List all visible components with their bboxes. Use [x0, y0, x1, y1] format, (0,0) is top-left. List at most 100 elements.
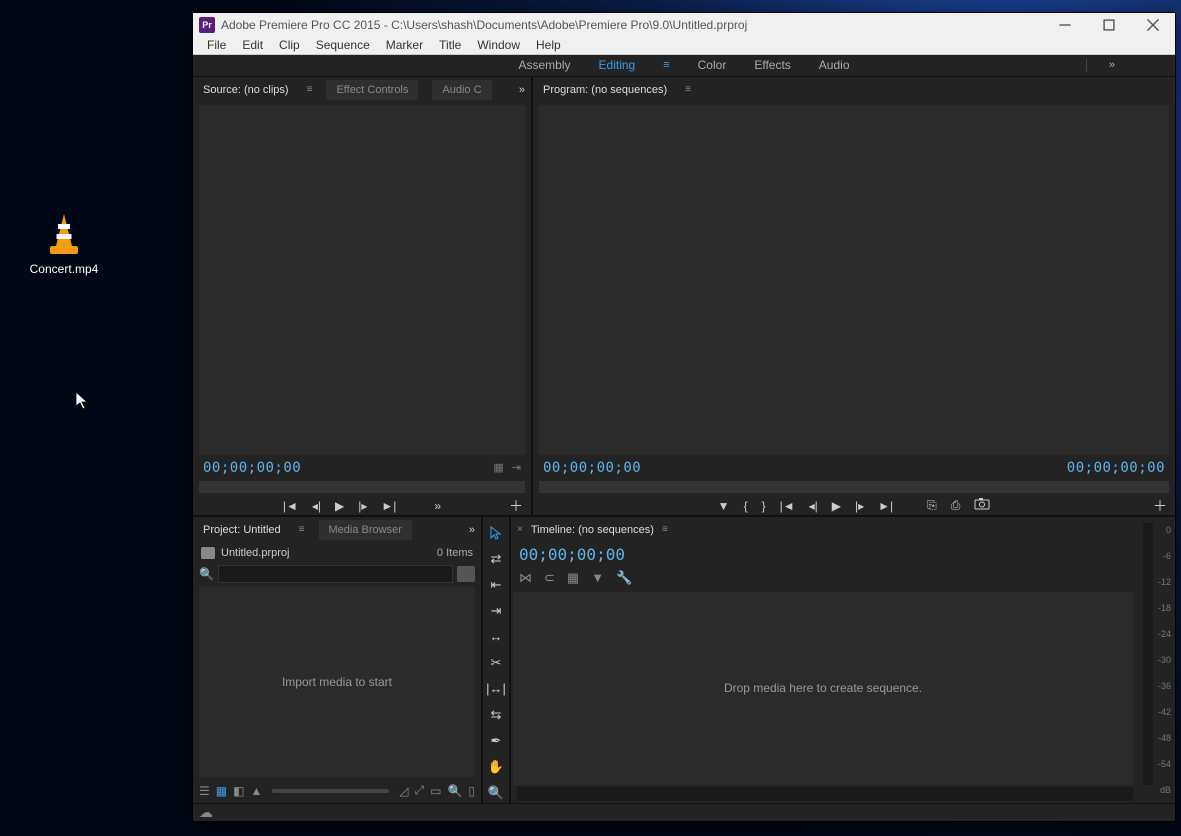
selection-tool[interactable]	[486, 523, 506, 543]
program-panel-menu-icon[interactable]: ≡	[685, 84, 691, 95]
tab-program[interactable]: Program: (no sequences)	[539, 82, 671, 98]
timeline-settings-button[interactable]: 🔧	[616, 570, 632, 586]
source-fit-icon[interactable]: ▦	[493, 461, 503, 474]
clear-button[interactable]: ▯	[468, 784, 475, 798]
new-item-button[interactable]: 🔍	[447, 784, 462, 798]
menubar: File Edit Clip Sequence Marker Title Win…	[193, 36, 1175, 54]
icon-view-button[interactable]: ▦	[216, 784, 227, 798]
slip-tool[interactable]: |↔|	[486, 679, 506, 699]
menu-sequence[interactable]: Sequence	[308, 38, 378, 52]
program-mark-in-button[interactable]: ▼	[718, 499, 730, 513]
menu-edit[interactable]: Edit	[234, 38, 271, 52]
timeline-panel-menu-icon[interactable]: ≡	[662, 524, 668, 535]
timeline-snap-toggle[interactable]: ⊂	[544, 570, 555, 586]
program-timecode-left[interactable]: 00;00;00;00	[543, 460, 641, 476]
program-go-to-in-button[interactable]: |◄	[780, 499, 795, 513]
project-bin-area[interactable]: Import media to start	[199, 587, 475, 777]
project-items-count: 0 Items	[437, 547, 473, 559]
timeline-zoom-scroll[interactable]	[517, 787, 1133, 801]
source-tabs-overflow[interactable]: »	[519, 84, 525, 96]
auto-sequence-button[interactable]: ◿	[399, 784, 408, 798]
source-timecode[interactable]: 00;00;00;00	[203, 460, 301, 476]
program-mark-in-bracket[interactable]: {	[744, 499, 748, 513]
source-step-back-button[interactable]: ◂|	[312, 499, 321, 513]
tab-effect-controls[interactable]: Effect Controls	[326, 80, 418, 100]
timeline-timecode[interactable]: 00;00;00;00	[511, 543, 1139, 566]
list-view-button[interactable]: ☰	[199, 784, 210, 798]
window-title: Adobe Premiere Pro CC 2015 - C:\Users\sh…	[221, 18, 1043, 32]
workspace-color[interactable]: Color	[698, 58, 727, 72]
program-mark-out-bracket[interactable]: }	[762, 499, 766, 513]
thumb-size-slider[interactable]	[272, 789, 389, 793]
timeline-tracks-area[interactable]: Drop media here to create sequence.	[513, 592, 1133, 785]
project-new-bin-button[interactable]	[457, 566, 475, 582]
workspace-overflow-button[interactable]: »	[1109, 59, 1115, 71]
zoom-tool[interactable]: 🔍	[486, 783, 506, 803]
program-button-editor[interactable]: ＋	[1153, 496, 1167, 516]
sort-icon[interactable]: ▲	[250, 784, 262, 798]
menu-file[interactable]: File	[199, 38, 234, 52]
source-scrub-bar[interactable]	[199, 481, 525, 493]
program-monitor-viewport[interactable]	[539, 105, 1169, 455]
workspace-editing[interactable]: Editing	[599, 58, 636, 72]
project-tabs-overflow[interactable]: »	[469, 524, 475, 536]
desktop-file-concert[interactable]: Concert.mp4	[20, 210, 108, 276]
source-button-editor[interactable]: ＋	[509, 496, 523, 516]
close-button[interactable]	[1131, 13, 1175, 36]
program-go-to-out-button[interactable]: ►|	[878, 499, 893, 513]
menu-marker[interactable]: Marker	[378, 38, 431, 52]
workspace-editing-menu-icon[interactable]: ≡	[663, 59, 669, 71]
hand-tool[interactable]: ✋	[486, 757, 506, 777]
timeline-nest-toggle[interactable]: ⋈	[519, 570, 532, 586]
tab-media-browser[interactable]: Media Browser	[319, 520, 412, 540]
program-timecode-right[interactable]: 00;00;00;00	[1067, 460, 1165, 476]
freeform-view-button[interactable]: ◧	[233, 784, 244, 798]
maximize-button[interactable]	[1087, 13, 1131, 36]
program-play-button[interactable]: ▶	[832, 499, 841, 513]
new-bin-button[interactable]: ▭	[430, 784, 441, 798]
program-step-back-button[interactable]: ◂|	[809, 499, 818, 513]
ripple-edit-tool[interactable]: ⇤	[486, 575, 506, 595]
workspace-audio[interactable]: Audio	[819, 58, 850, 72]
find-button[interactable]: ⤢	[414, 783, 424, 798]
program-monitor-panel: Program: (no sequences) ≡ 00;00;00;00 00…	[533, 77, 1175, 515]
source-go-to-out-button[interactable]: ►|	[381, 499, 396, 513]
menu-window[interactable]: Window	[469, 38, 528, 52]
titlebar[interactable]: Pr Adobe Premiere Pro CC 2015 - C:\Users…	[193, 13, 1175, 36]
source-settings-icon[interactable]: ⇥	[512, 461, 521, 474]
program-lift-button[interactable]: ⎘	[927, 498, 937, 513]
source-panel-menu-icon[interactable]: ≡	[307, 84, 313, 95]
workspace-effects[interactable]: Effects	[754, 58, 790, 72]
menu-clip[interactable]: Clip	[271, 38, 308, 52]
program-extract-button[interactable]: ⎙	[951, 498, 961, 513]
menu-title[interactable]: Title	[431, 38, 469, 52]
track-select-tool[interactable]: ⇄	[486, 549, 506, 569]
workspace-assembly[interactable]: Assembly	[519, 58, 571, 72]
source-overflow-transport[interactable]: »	[434, 499, 441, 513]
tab-project[interactable]: Project: Untitled	[199, 522, 285, 538]
audio-meters-panel: 0 -6 -12 -18 -24 -30 -36 -42 -48 -54 dB	[1139, 517, 1175, 803]
tab-audio-clip-mixer[interactable]: Audio C	[432, 80, 491, 100]
timeline-marker-button[interactable]: ▼	[591, 570, 604, 586]
source-go-to-in-button[interactable]: |◄	[283, 499, 298, 513]
creative-cloud-icon[interactable]: ☁	[199, 804, 213, 821]
source-step-fwd-button[interactable]: |▸	[358, 499, 367, 513]
tab-source[interactable]: Source: (no clips)	[199, 82, 293, 98]
menu-help[interactable]: Help	[528, 38, 569, 52]
source-play-button[interactable]: ▶	[335, 499, 344, 513]
rate-stretch-tool[interactable]: ↔	[486, 627, 506, 647]
project-panel-menu-icon[interactable]: ≡	[299, 524, 305, 535]
program-step-fwd-button[interactable]: |▸	[855, 499, 864, 513]
project-search-input[interactable]	[218, 565, 453, 583]
slide-tool[interactable]: ⇆	[486, 705, 506, 725]
timeline-close-icon[interactable]: ×	[517, 524, 523, 535]
minimize-button[interactable]	[1043, 13, 1087, 36]
program-export-frame-button[interactable]	[974, 498, 990, 513]
program-scrub-bar[interactable]	[539, 481, 1169, 493]
timeline-linked-selection-toggle[interactable]: ▦	[567, 570, 579, 586]
tab-timeline[interactable]: Timeline: (no sequences)	[531, 524, 654, 536]
pen-tool[interactable]: ✒	[486, 731, 506, 751]
rolling-edit-tool[interactable]: ⇥	[486, 601, 506, 621]
source-monitor-viewport[interactable]	[199, 105, 525, 455]
razor-tool[interactable]: ✂	[486, 653, 506, 673]
